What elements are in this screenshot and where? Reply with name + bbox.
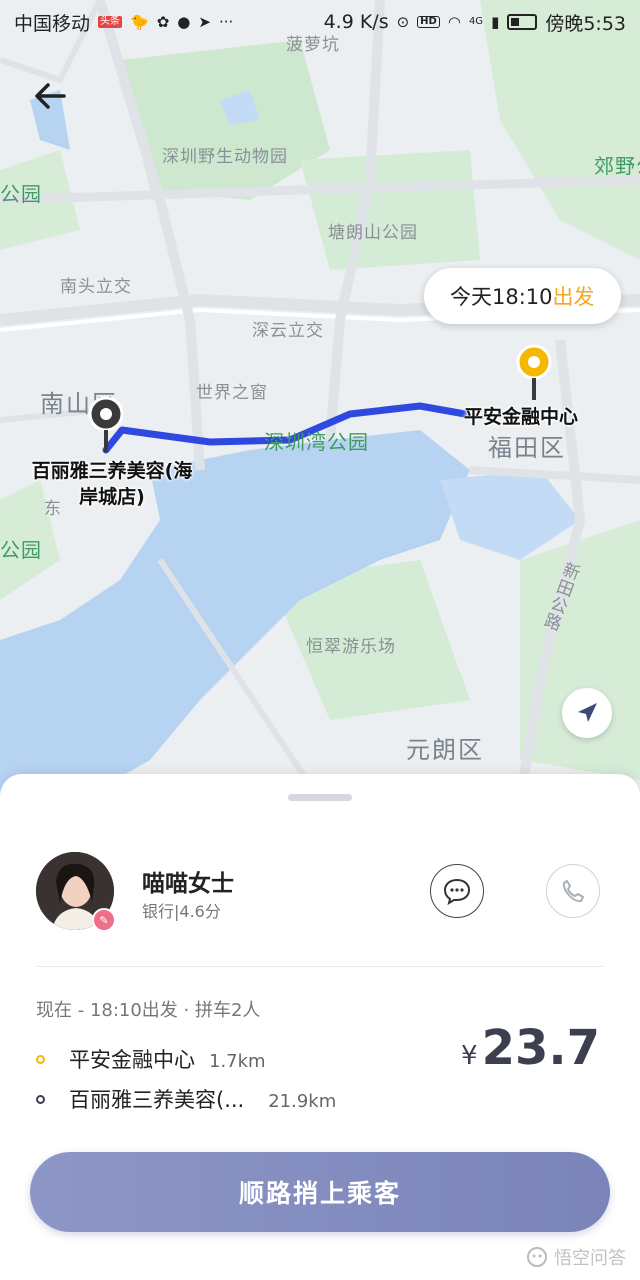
wifi-icon: ◠ [447, 12, 461, 31]
origin-pin[interactable] [86, 396, 126, 466]
fare-value: 23.7 [481, 1020, 600, 1076]
carrier-label: 中国移动 [14, 12, 91, 35]
signal-icon: ▮ [491, 12, 500, 31]
clock: 傍晚5:53 [545, 12, 626, 35]
battery-icon [507, 14, 538, 30]
network-speed: 4.9 K/s [323, 11, 389, 33]
trip-summary: 现在 - 18:10出发 · 拼车2人 [36, 1000, 261, 1021]
map-label: 元朗区 [406, 736, 484, 764]
back-arrow-icon [35, 83, 66, 109]
driver-name: 喵喵女士 [142, 871, 234, 897]
watermark: 悟空问答 [526, 1244, 626, 1270]
app-notification-icon: ✿ [156, 12, 170, 31]
trip-bottom-sheet: ✎ 喵喵女士 银行|4.6分 现在 - 18:10出发 · 拼车2人 平安金融中… [0, 774, 640, 1280]
verified-badge-icon: ✎ [92, 908, 116, 932]
status-bar: 中国移动 头条 🐤 ✿ ● ➤ ··· 4.9 K/s ⊙ HD ◠ 4G ▮ … [0, 0, 640, 44]
news-app-icon: 头条 [98, 16, 123, 28]
phone-icon [562, 880, 584, 903]
currency-symbol: ¥ [461, 1041, 478, 1071]
location-icon: ⊙ [396, 12, 410, 31]
map-label: 恒翠游乐场 [306, 637, 396, 657]
map-label: 公园 [0, 538, 42, 562]
pickup-passenger-button[interactable]: 顺路捎上乘客 [30, 1152, 610, 1232]
back-button[interactable] [30, 74, 74, 118]
map-label: 深云立交 [252, 321, 324, 341]
section-divider [36, 966, 604, 967]
map-label: 郊野公 [594, 154, 640, 178]
origin-pin-label-line: 岸城店) [79, 486, 145, 508]
map-label: 深圳湾公园 [264, 430, 369, 454]
sheet-drag-handle[interactable] [288, 794, 352, 801]
destination-pin-icon [516, 344, 552, 400]
trip-stop: 平安金融中心 1.7km [36, 1044, 266, 1074]
more-notifications-icon: ··· [218, 12, 234, 31]
depart-time: 今天18:10 [450, 285, 553, 309]
network-type: 4G [468, 16, 484, 27]
origin-pin-label: 百丽雅三养美容(海 岸城店) [12, 458, 212, 510]
map-label: 世界之窗 [196, 383, 268, 403]
call-button[interactable] [546, 864, 600, 918]
stop-name: 百丽雅三养美容(... [69, 1088, 245, 1112]
app-notification-icon: 🐤 [130, 12, 149, 31]
watermark-text: 悟空问答 [554, 1248, 626, 1269]
map-label: 公园 [0, 182, 42, 206]
driver-rating: 银行|4.6分 [142, 902, 221, 921]
pickup-dot-icon [36, 1055, 45, 1064]
message-button[interactable] [430, 864, 484, 918]
depart-label: 出发 [552, 285, 595, 309]
navigation-arrow-icon [578, 703, 597, 722]
send-notification-icon: ➤ [198, 12, 211, 31]
stop-distance: 21.9km [268, 1091, 337, 1112]
map-label: 塘朗山公园 [328, 223, 418, 243]
origin-pin-icon [88, 396, 124, 452]
trip-stop: 百丽雅三养美容(... 21.9km [36, 1084, 336, 1114]
watermark-logo-icon [527, 1247, 547, 1267]
fare-amount: ¥ 23.7 [461, 1020, 600, 1076]
map-label: 福田区 [488, 434, 566, 462]
stop-name: 平安金融中心 [69, 1048, 195, 1072]
depart-time-bubble: 今天18:10 出发 [424, 268, 621, 324]
hd-icon: HD [417, 16, 440, 28]
chat-notification-icon: ● [177, 12, 191, 31]
destination-pin-label: 平安金融中心 [464, 406, 579, 428]
locate-me-button[interactable] [562, 688, 612, 738]
chat-bubble-icon [443, 878, 471, 905]
dropoff-dot-icon [36, 1095, 45, 1104]
map-label: 深圳野生动物园 [162, 147, 288, 167]
stop-distance: 1.7km [209, 1051, 266, 1072]
origin-pin-label-line: 百丽雅三养美容(海 [31, 460, 193, 482]
map-label: 南头立交 [60, 277, 132, 297]
